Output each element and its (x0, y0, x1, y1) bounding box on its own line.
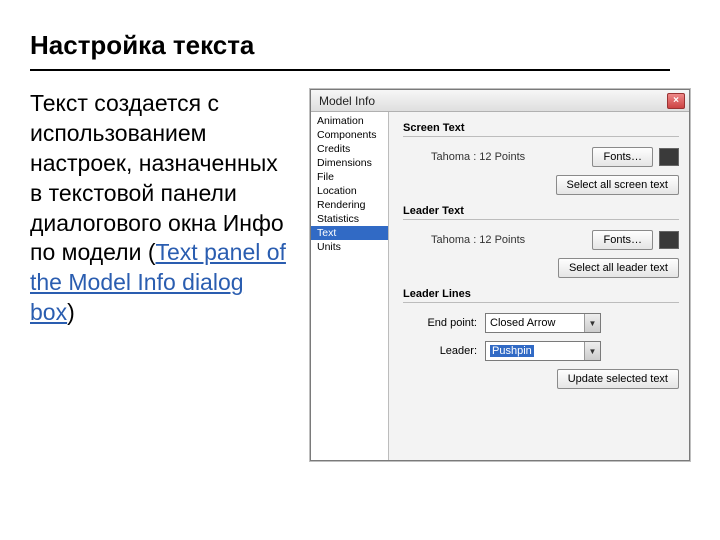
separator (403, 302, 679, 303)
update-selected-text-button[interactable]: Update selected text (557, 369, 679, 389)
chevron-down-icon: ▼ (584, 314, 600, 332)
dialog-title: Model Info (315, 94, 375, 108)
select-all-screen-text-button[interactable]: Select all screen text (556, 175, 680, 195)
dialog-titlebar[interactable]: Model Info × (311, 90, 689, 112)
screen-text-sample: Tahoma : 12 Points (403, 151, 586, 163)
leader-text-sample: Tahoma : 12 Points (403, 234, 586, 246)
sidebar-item-animation[interactable]: Animation (311, 114, 388, 128)
sidebar-item-credits[interactable]: Credits (311, 142, 388, 156)
end-point-label: End point: (403, 317, 477, 329)
page-title: Настройка текста (30, 30, 700, 61)
end-point-combo[interactable]: Closed Arrow ▼ (485, 313, 601, 333)
leader-text-fonts-button[interactable]: Fonts… (592, 230, 653, 250)
sidebar-item-units[interactable]: Units (311, 240, 388, 254)
sidebar-item-text[interactable]: Text (311, 226, 388, 240)
chevron-down-icon: ▼ (584, 342, 600, 360)
leader-lines-header: Leader Lines (403, 288, 679, 300)
sidebar-item-dimensions[interactable]: Dimensions (311, 156, 388, 170)
select-all-leader-text-button[interactable]: Select all leader text (558, 258, 679, 278)
title-underline (30, 69, 670, 71)
leader-value: Pushpin (490, 345, 534, 357)
close-button[interactable]: × (667, 93, 685, 109)
model-info-dialog: Model Info × Animation Components Credit… (310, 89, 690, 461)
description-block: Текст создается с использованием настрое… (30, 89, 290, 461)
text-settings-panel: Screen Text Tahoma : 12 Points Fonts… Se… (389, 112, 689, 460)
separator (403, 219, 679, 220)
leader-text-color-swatch[interactable] (659, 231, 679, 249)
sidebar-item-location[interactable]: Location (311, 184, 388, 198)
screen-text-header: Screen Text (403, 122, 679, 134)
screen-text-color-swatch[interactable] (659, 148, 679, 166)
sidebar-item-components[interactable]: Components (311, 128, 388, 142)
sidebar-item-rendering[interactable]: Rendering (311, 198, 388, 212)
leader-combo[interactable]: Pushpin ▼ (485, 341, 601, 361)
desc-suffix: ) (67, 299, 75, 325)
end-point-value: Closed Arrow (490, 317, 555, 329)
leader-text-header: Leader Text (403, 205, 679, 217)
separator (403, 136, 679, 137)
leader-label: Leader: (403, 345, 477, 357)
sidebar-item-file[interactable]: File (311, 170, 388, 184)
sidebar-item-statistics[interactable]: Statistics (311, 212, 388, 226)
category-list[interactable]: Animation Components Credits Dimensions … (311, 112, 389, 460)
screen-text-fonts-button[interactable]: Fonts… (592, 147, 653, 167)
